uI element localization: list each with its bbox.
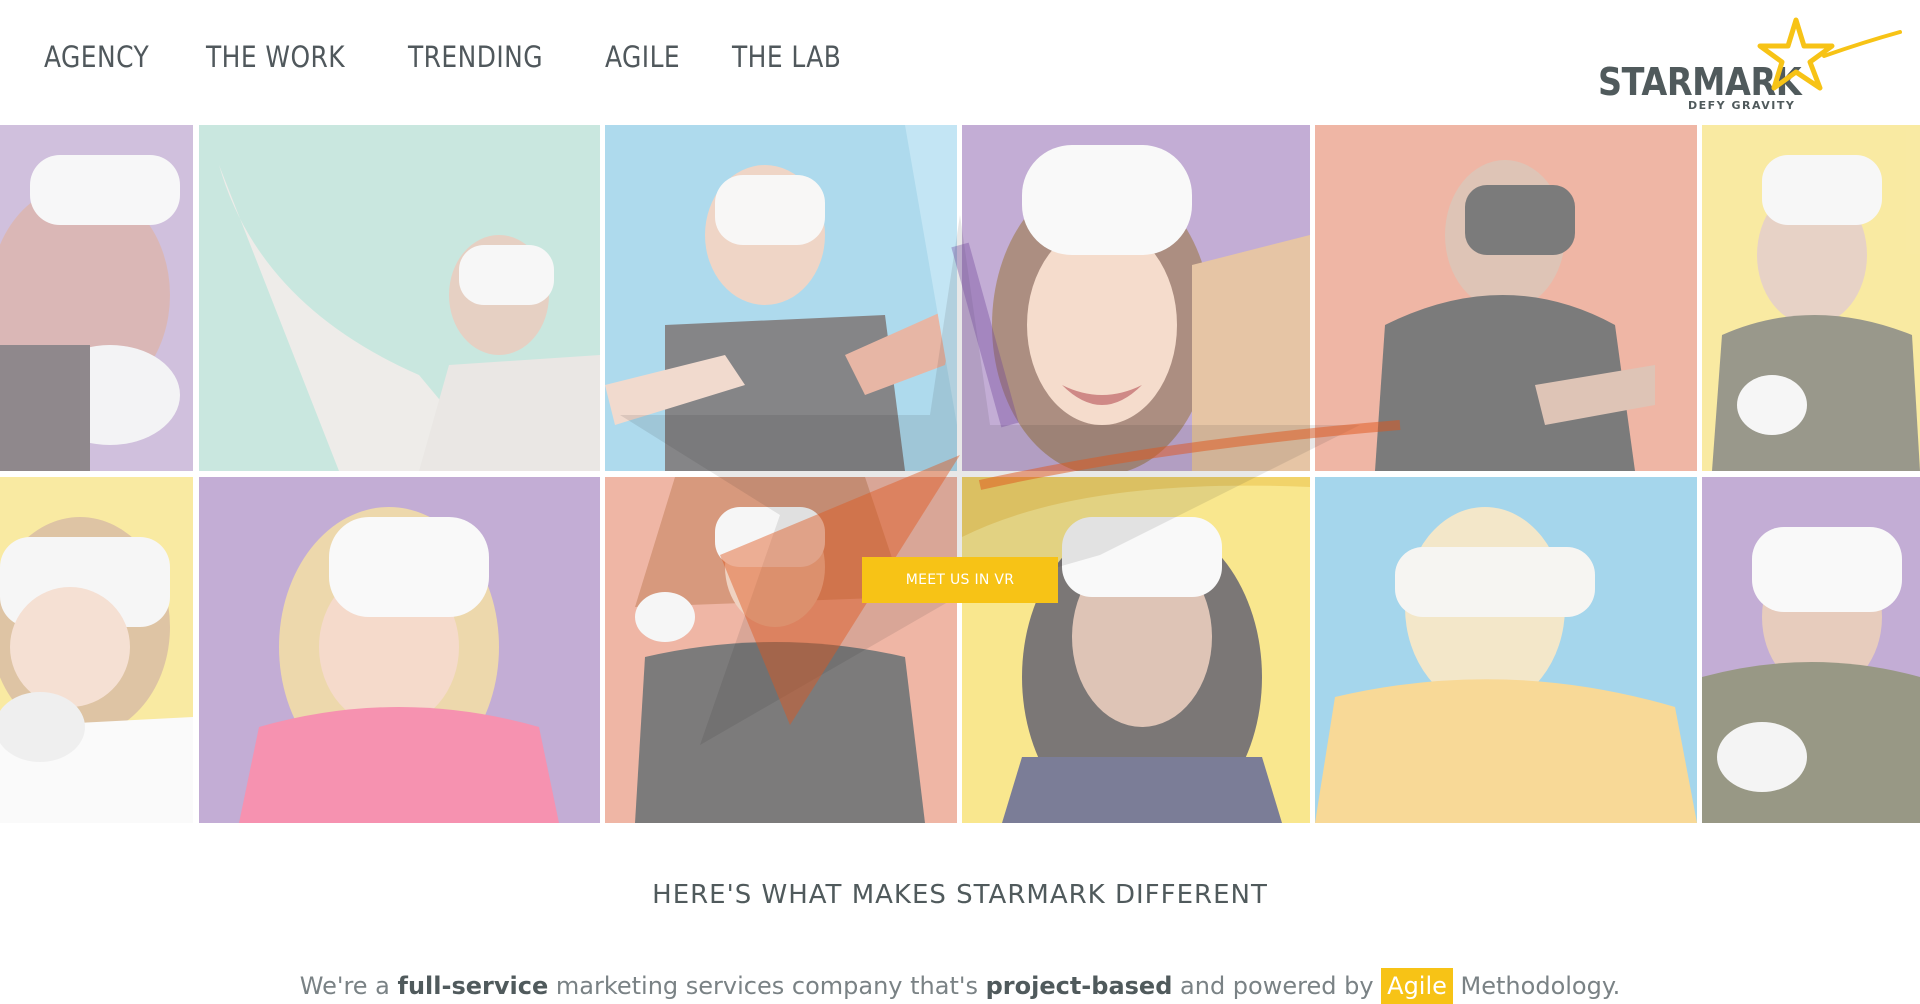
team-photo xyxy=(962,125,1310,471)
intro-text-part: marketing services company that's xyxy=(548,972,986,1000)
meet-us-in-vr-button[interactable]: MEET US IN VR xyxy=(862,557,1058,603)
intro-text-part: We're a xyxy=(299,972,398,1000)
intro-bold-full-service: full-service xyxy=(397,972,549,1000)
main-nav: AGENCY THE WORK TRENDING AGILE THE LAB xyxy=(44,40,841,74)
site-header: AGENCY THE WORK TRENDING AGILE THE LAB S… xyxy=(0,0,1920,125)
team-photo xyxy=(1702,125,1920,471)
intro-text-part: Methodology. xyxy=(1452,972,1621,1000)
team-photo xyxy=(199,477,600,823)
team-photo xyxy=(0,477,193,823)
intro-text: We're a full-service marketing services … xyxy=(0,968,1920,1004)
section-title: HERE'S WHAT MAKES STARMARK DIFFERENT xyxy=(652,880,1268,910)
agile-highlight-link[interactable]: Agile xyxy=(1381,968,1453,1004)
team-photo xyxy=(1315,477,1697,823)
nav-item-trending[interactable]: TRENDING xyxy=(408,40,543,74)
team-photo xyxy=(605,125,957,471)
team-photo xyxy=(1702,477,1920,823)
star-icon xyxy=(1757,17,1902,91)
team-photo xyxy=(199,125,600,471)
team-photo xyxy=(0,125,193,471)
logo-tagline: DEFY GRAVITY xyxy=(1688,99,1796,112)
team-photo xyxy=(605,477,957,823)
nav-item-the-work[interactable]: THE WORK xyxy=(206,40,345,74)
nav-item-the-lab[interactable]: THE LAB xyxy=(732,40,841,74)
intro-text-part: and powered by xyxy=(1172,972,1382,1000)
team-photo xyxy=(1315,125,1697,471)
team-photo xyxy=(962,477,1310,823)
intro-bold-project-based: project-based xyxy=(985,972,1173,1000)
nav-item-agile[interactable]: AGILE xyxy=(605,40,680,74)
nav-item-agency[interactable]: AGENCY xyxy=(44,40,149,74)
starmark-logo[interactable]: STARMARK DEFY GRAVITY xyxy=(1596,17,1902,114)
team-photo-grid: MEET US IN VR xyxy=(0,125,1920,825)
